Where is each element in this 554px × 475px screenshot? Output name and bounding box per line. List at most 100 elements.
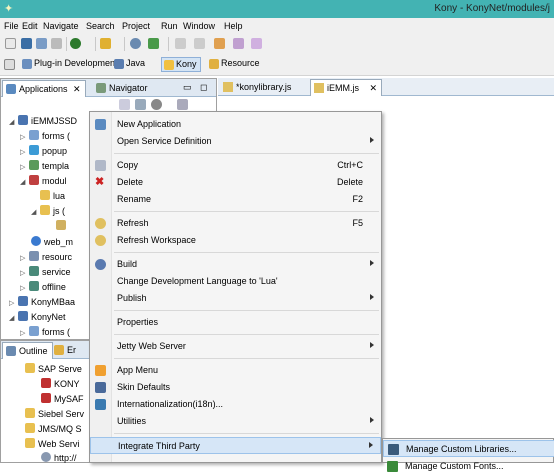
tree-item[interactable]: http://	[41, 452, 77, 463]
maximize-icon[interactable]: ◻	[200, 82, 207, 93]
submenu-arrow-icon	[370, 137, 374, 143]
menu-run[interactable]: Run	[161, 21, 178, 31]
menu-separator	[114, 310, 379, 311]
resources-icon	[29, 251, 39, 261]
tab-errors[interactable]: Er	[51, 342, 80, 359]
print-icon[interactable]	[51, 38, 62, 49]
menu-item-manage-custom-fonts[interactable]: Manage Custom Fonts...	[383, 458, 554, 475]
tree-item[interactable]: JMS/MQ S	[25, 423, 82, 434]
editor-tab-konylibrary[interactable]: *konylibrary.js	[220, 79, 295, 96]
collapse-all-icon[interactable]	[119, 99, 130, 110]
menu-edit[interactable]: Edit	[22, 21, 38, 31]
tree-item[interactable]: ▷ service	[20, 266, 71, 277]
menu-item-manage-custom-libraries[interactable]: Manage Custom Libraries...	[383, 440, 554, 457]
minimize-icon[interactable]: ▭	[183, 82, 192, 93]
menu-item-new-application[interactable]: New Application	[90, 116, 381, 133]
menu-item-utilities[interactable]: Utilities	[90, 413, 381, 430]
menu-item-build[interactable]: Build	[90, 256, 381, 273]
copy-icon	[95, 160, 106, 171]
forward-icon[interactable]	[251, 38, 262, 49]
new-icon[interactable]	[5, 38, 16, 49]
perspective-kony[interactable]: Kony	[161, 57, 201, 72]
perspective-resource[interactable]: Resource	[207, 57, 263, 72]
close-icon[interactable]: ✕	[370, 83, 378, 93]
tree-item[interactable]: MySAF	[41, 393, 84, 404]
menu-item-open-service-definition[interactable]: Open Service Definition	[90, 133, 381, 150]
last-edit-icon[interactable]	[214, 38, 225, 49]
view-menu-icon[interactable]	[177, 99, 188, 110]
gear-icon[interactable]	[130, 38, 141, 49]
tree-item[interactable]: ◢ modul	[20, 175, 67, 186]
title-bar: ✦ Kony - KonyNet/modules/j	[0, 0, 554, 18]
menu-item-rename[interactable]: Rename F2	[90, 191, 381, 208]
templates-icon	[29, 160, 39, 170]
save-icon[interactable]	[21, 38, 32, 49]
editor-tab-iemm[interactable]: iEMM.js ✕	[310, 79, 383, 96]
submenu-arrow-icon	[370, 417, 374, 423]
prev-annotation-icon[interactable]	[194, 38, 205, 49]
link-editor-icon[interactable]	[135, 99, 146, 110]
pen-icon[interactable]	[100, 38, 111, 49]
outline-icon	[6, 346, 16, 356]
tree-item[interactable]: ▷ KonyMBaa	[9, 296, 75, 307]
window-title: Kony - KonyNet/modules/j	[434, 3, 550, 14]
menu-item-refresh-workspace[interactable]: Refresh Workspace	[90, 232, 381, 249]
menu-item-jetty-web-server[interactable]: Jetty Web Server	[90, 338, 381, 355]
tree-item[interactable]	[56, 220, 69, 231]
resource-icon	[209, 59, 219, 69]
next-annotation-icon[interactable]	[175, 38, 186, 49]
tab-navigator[interactable]: Navigator	[93, 80, 152, 97]
menu-help[interactable]: Help	[224, 21, 243, 31]
menu-project[interactable]: Project	[122, 21, 150, 31]
run-icon[interactable]	[148, 38, 159, 49]
tree-item[interactable]: web_m	[31, 236, 73, 247]
folder-icon	[25, 408, 35, 418]
tree-item[interactable]: SAP Serve	[25, 363, 82, 374]
menu-file[interactable]: File	[4, 21, 19, 31]
editor-tab-row: *konylibrary.js iEMM.js ✕	[218, 78, 554, 96]
build-icon	[95, 259, 106, 270]
tree-item[interactable]: Siebel Serv	[25, 408, 84, 419]
main-toolbar	[0, 34, 554, 54]
tree-item[interactable]: ▷ popup	[20, 145, 67, 156]
menu-item-properties[interactable]: Properties	[90, 314, 381, 331]
close-icon[interactable]: ✕	[73, 84, 81, 94]
tree-item[interactable]: ◢ js (	[31, 205, 65, 216]
menu-item-refresh[interactable]: Refresh F5	[90, 215, 381, 232]
tree-item[interactable]: ◢ iEMMJSSD	[9, 115, 77, 126]
toolbar-separator	[124, 37, 125, 51]
menu-navigate[interactable]: Navigate	[43, 21, 79, 31]
tree-item[interactable]: lua	[40, 190, 65, 201]
tab-applications[interactable]: Applications ✕	[2, 80, 86, 97]
menu-search[interactable]: Search	[86, 21, 115, 31]
kony-icon	[164, 60, 174, 70]
tree-item[interactable]: ▷ forms (	[20, 326, 70, 337]
tree-item[interactable]: ▷ templa	[20, 160, 69, 171]
menu-item-internationalization[interactable]: Internationalization(i18n)...	[90, 396, 381, 413]
popup-icon	[29, 145, 39, 155]
tree-item[interactable]: Web Servi	[25, 438, 79, 449]
submenu-arrow-icon	[370, 342, 374, 348]
tree-item[interactable]: ▷ offline	[20, 281, 66, 292]
menu-window[interactable]: Window	[183, 21, 215, 31]
save-all-icon[interactable]	[36, 38, 47, 49]
menu-item-change-language[interactable]: Change Development Language to 'Lua'	[90, 273, 381, 290]
tree-item[interactable]: KONY	[41, 378, 80, 389]
menu-item-skin-defaults[interactable]: Skin Defaults	[90, 379, 381, 396]
menu-item-copy[interactable]: Copy Ctrl+C	[90, 157, 381, 174]
tree-item[interactable]: ▷ forms (	[20, 130, 70, 141]
menu-item-delete[interactable]: ✖ Delete Delete	[90, 174, 381, 191]
debug-icon[interactable]	[70, 38, 81, 49]
perspective-plugin-development[interactable]: Plug-in Development	[20, 57, 121, 72]
menu-item-publish[interactable]: Publish	[90, 290, 381, 307]
tab-outline[interactable]: Outline	[2, 342, 53, 359]
back-icon[interactable]	[233, 38, 244, 49]
menu-item-app-menu[interactable]: App Menu	[90, 362, 381, 379]
tree-item[interactable]: ▷ resourc	[20, 251, 72, 262]
view-settings-icon[interactable]	[151, 99, 162, 110]
perspective-java[interactable]: Java	[112, 57, 148, 72]
tree-item[interactable]: ◢ KonyNet	[9, 311, 66, 322]
open-perspective-icon[interactable]	[4, 59, 15, 70]
menu-item-integrate-third-party[interactable]: Integrate Third Party	[90, 437, 381, 454]
view-toolbar	[119, 99, 211, 111]
